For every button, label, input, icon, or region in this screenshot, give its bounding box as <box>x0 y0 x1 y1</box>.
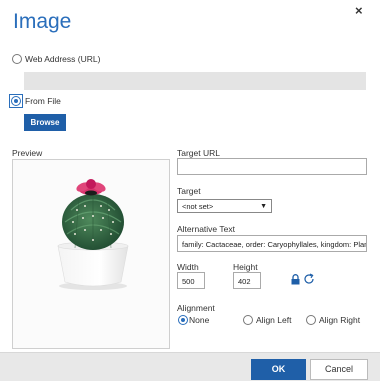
chevron-down-icon: ▼ <box>260 203 267 210</box>
align-left-label: Align Left <box>256 315 292 325</box>
ok-button[interactable]: OK <box>251 359 306 380</box>
align-none-radio[interactable] <box>178 315 188 325</box>
preview-label: Preview <box>12 148 43 158</box>
web-address-radio[interactable] <box>12 54 22 64</box>
lock-icon[interactable] <box>291 274 300 285</box>
cancel-button[interactable]: Cancel <box>310 359 368 380</box>
alt-text-label: Alternative Text <box>177 224 235 234</box>
from-file-label: From File <box>25 96 61 106</box>
target-select[interactable]: <not set> ▼ <box>177 199 272 213</box>
height-input[interactable]: 402 <box>233 272 261 289</box>
refresh-icon[interactable] <box>303 273 315 285</box>
target-url-input[interactable] <box>177 158 367 175</box>
from-file-radio[interactable] <box>11 96 21 106</box>
alignment-label: Alignment <box>177 303 215 313</box>
browse-button[interactable]: Browse <box>24 114 66 131</box>
align-left-radio[interactable] <box>243 315 253 325</box>
target-label: Target <box>177 186 201 196</box>
align-right-label: Align Right <box>319 315 361 325</box>
alt-text-input[interactable]: family: Cactaceae, order: Caryophyllales… <box>177 235 367 252</box>
align-none-label: None <box>189 315 210 325</box>
width-input[interactable]: 500 <box>177 272 205 289</box>
height-label: Height <box>233 262 258 272</box>
web-address-label: Web Address (URL) <box>25 54 101 64</box>
target-url-label: Target URL <box>177 148 220 158</box>
preview-image <box>12 159 170 349</box>
url-input[interactable] <box>24 72 366 90</box>
width-label: Width <box>177 262 199 272</box>
align-right-radio[interactable] <box>306 315 316 325</box>
target-select-value: <not set> <box>182 202 214 211</box>
cactus-icon <box>13 160 169 348</box>
close-icon[interactable]: × <box>355 3 363 18</box>
dialog-title: Image <box>13 10 72 33</box>
